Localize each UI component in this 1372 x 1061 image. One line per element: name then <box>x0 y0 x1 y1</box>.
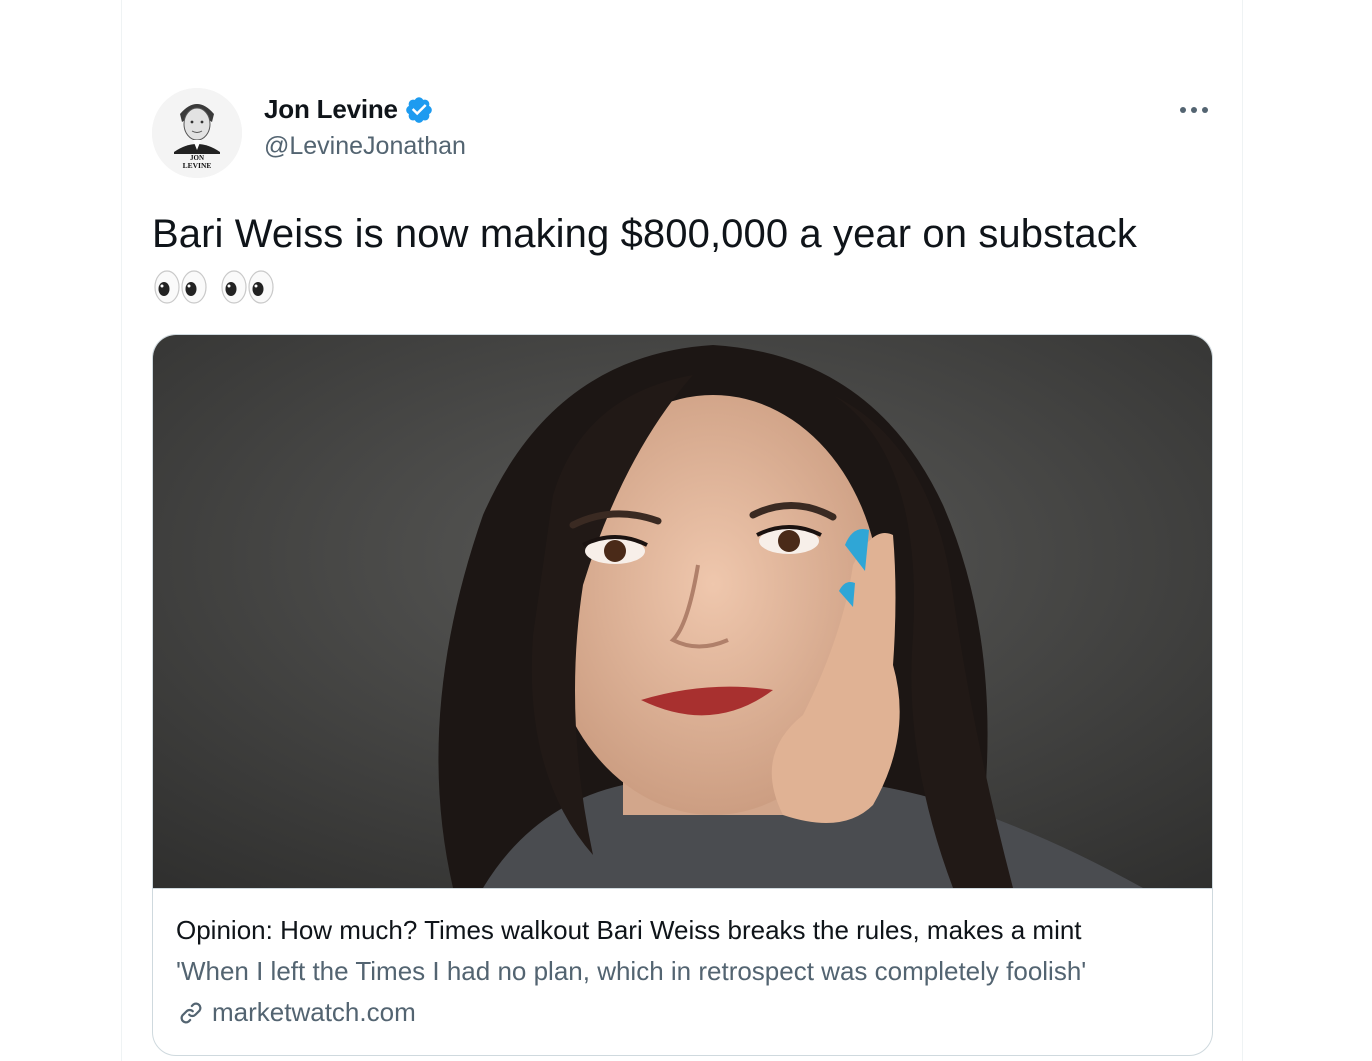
tweet-text-content: Bari Weiss is now making $800,000 a year… <box>152 212 1137 256</box>
more-horizontal-icon <box>1180 107 1208 113</box>
card-description: 'When I left the Times I had no plan, wh… <box>176 956 1087 986</box>
avatar[interactable]: JON LEVINE <box>152 88 242 178</box>
card-title[interactable]: Opinion: How much? Times walkout Bari We… <box>176 915 1082 946</box>
card-domain-row[interactable]: marketwatch.com <box>176 997 416 1028</box>
eyes-icon <box>221 270 274 304</box>
author-name-row[interactable]: Jon Levine <box>264 94 434 125</box>
card-body[interactable]: Opinion: How much? Times walkout Bari We… <box>153 888 1212 1055</box>
avatar-caption-line2: LEVINE <box>183 161 212 170</box>
card-portrait-image <box>153 335 1212 888</box>
eyes-icon <box>154 270 207 304</box>
author-display-name[interactable]: Jon Levine <box>264 94 398 125</box>
link-card[interactable]: Opinion: How much? Times walkout Bari We… <box>152 334 1213 1056</box>
link-icon <box>180 1002 202 1023</box>
card-image[interactable] <box>153 335 1212 888</box>
verified-badge-icon <box>406 96 432 123</box>
tweet-text: Bari Weiss is now making $800,000 a year… <box>152 208 1152 312</box>
avatar-illustration: JON LEVINE <box>152 88 242 178</box>
card-domain[interactable]: marketwatch.com <box>212 997 416 1028</box>
more-options-button[interactable] <box>1172 92 1216 128</box>
author-handle[interactable]: @LevineJonathan <box>264 132 466 161</box>
